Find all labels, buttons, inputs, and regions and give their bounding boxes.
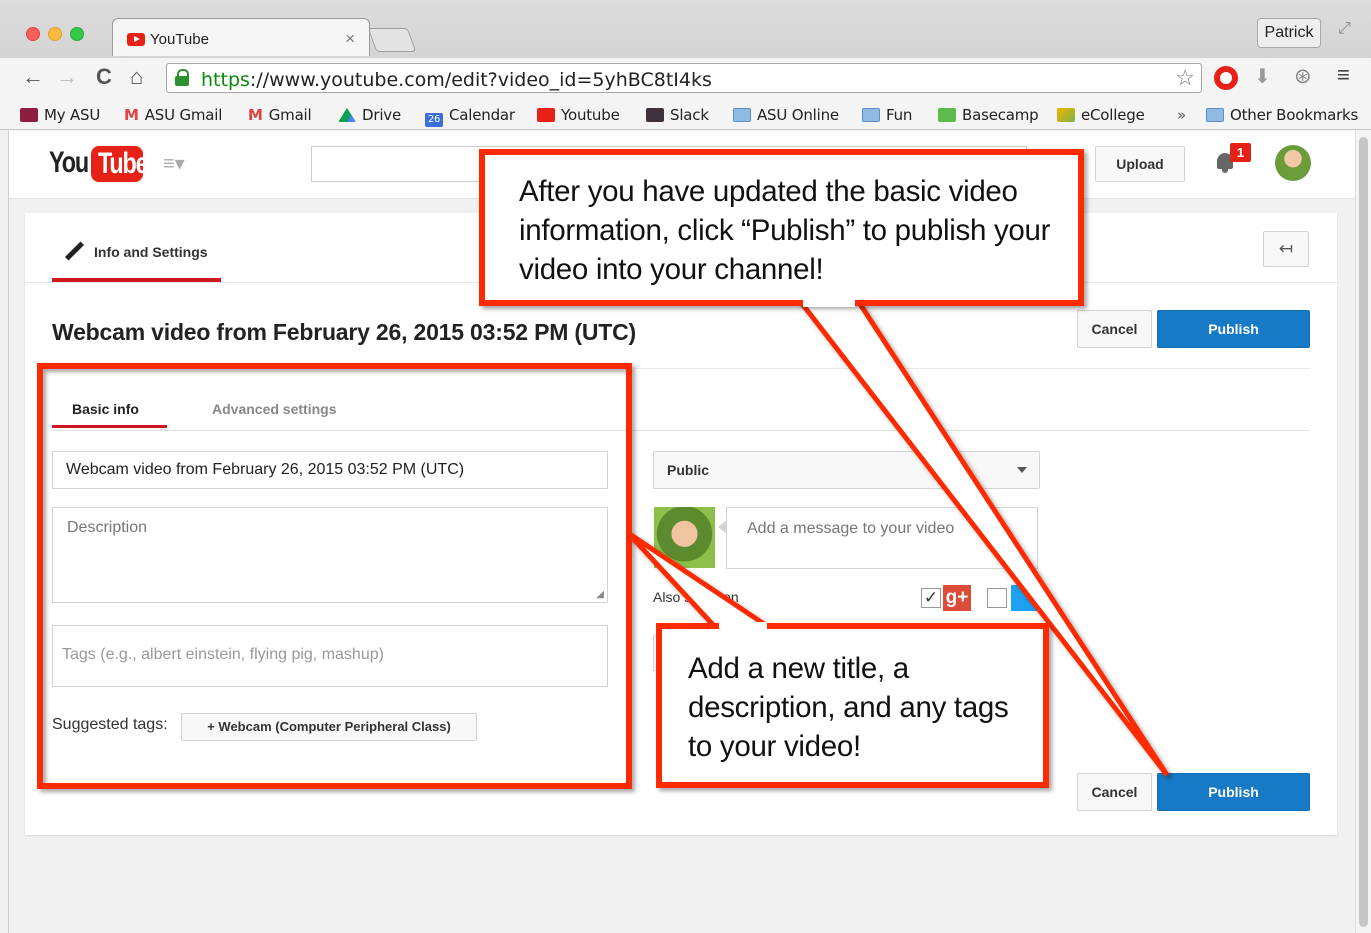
share-gplus-checkbox[interactable]: ✓ <box>921 588 941 608</box>
active-tab-indicator <box>52 278 221 282</box>
address-bar[interactable]: https://www.youtube.com/edit?video_id=5y… <box>166 63 1202 93</box>
divider <box>635 368 1310 369</box>
bookmark-slack[interactable]: Slack <box>646 106 709 124</box>
basecamp-icon <box>938 108 956 122</box>
hamburger-menu-icon[interactable]: ≡ <box>1337 62 1350 88</box>
asu-icon <box>20 108 38 122</box>
gmail-icon: M <box>124 106 139 124</box>
profile-button[interactable]: Patrick <box>1257 18 1321 48</box>
close-window-button[interactable] <box>26 27 40 41</box>
bookmark-my-asu[interactable]: My ASU <box>20 106 100 124</box>
lock-icon <box>175 69 189 86</box>
url-path: ://www.youtube.com/edit?video_id=5yhBC8t… <box>249 69 712 91</box>
tab-info-and-settings[interactable]: Info and Settings <box>94 244 208 260</box>
bookmark-asu-gmail[interactable]: M ASU Gmail <box>124 106 222 124</box>
publish-button-top[interactable]: Publish <box>1157 310 1310 348</box>
callout-publish-text: After you have updated the basic video i… <box>519 175 1051 286</box>
avatar[interactable] <box>1275 145 1311 181</box>
fullscreen-icon[interactable]: ⤢ <box>1338 20 1351 38</box>
video-editor-card: Info and Settings ↤ Webcam video from Fe… <box>25 213 1337 835</box>
guide-menu-icon[interactable]: ≡▾ <box>163 151 185 176</box>
also-share-label: Also share on <box>653 589 739 605</box>
tab-title: YouTube <box>150 31 209 48</box>
bookmark-gmail[interactable]: M Gmail <box>248 106 312 124</box>
browser-tab-youtube[interactable]: YouTube × <box>112 18 370 56</box>
active-subtab-indicator <box>52 425 167 428</box>
privacy-select[interactable]: Public <box>653 451 1040 489</box>
avatar <box>654 507 715 568</box>
cancel-button-top[interactable]: Cancel <box>1077 310 1152 348</box>
publish-button-bottom[interactable]: Publish <box>1157 773 1310 811</box>
share-message-input[interactable]: Add a message to your video <box>718 507 1038 569</box>
tab-close-icon[interactable]: × <box>345 29 355 49</box>
bookmarks-bar: My ASU M ASU Gmail M Gmail Drive 26 Calenda… <box>0 100 1371 130</box>
page-title: Webcam video from February 26, 2015 03:5… <box>52 319 636 345</box>
title-input[interactable]: Webcam video from February 26, 2015 03:5… <box>52 451 608 489</box>
youtube-icon <box>537 108 555 122</box>
youtube-logo[interactable]: You Tube <box>49 146 149 182</box>
ecollege-icon <box>1057 108 1075 122</box>
folder-icon <box>1206 108 1224 122</box>
forward-arrow-icon[interactable]: → <box>56 64 78 90</box>
minimize-window-button[interactable] <box>48 27 62 41</box>
chevron-down-icon <box>1017 467 1027 473</box>
resize-handle-icon[interactable]: ◢ <box>596 589 604 600</box>
share-twitter-checkbox[interactable] <box>987 588 1007 608</box>
cancel-button-bottom[interactable]: Cancel <box>1077 773 1152 811</box>
bookmark-youtube[interactable]: Youtube <box>537 106 620 124</box>
bookmark-asu-online[interactable]: ASU Online <box>733 106 839 124</box>
calendar-icon: 26 <box>425 113 443 127</box>
slack-icon <box>646 108 664 122</box>
bookmark-drive[interactable]: Drive <box>338 106 401 124</box>
back-to-list-button[interactable]: ↤ <box>1263 231 1309 267</box>
description-input[interactable]: Description ◢ <box>52 507 608 603</box>
suggested-tag-button[interactable]: + Webcam (Computer Peripheral Class) <box>181 713 477 741</box>
subtab-advanced-settings[interactable]: Advanced settings <box>212 401 336 417</box>
youtube-favicon-icon <box>127 33 145 46</box>
bookmark-fun[interactable]: Fun <box>862 106 912 124</box>
suggested-tags-label: Suggested tags: <box>52 716 168 733</box>
callout-basic-info-text: Add a new title, a description, and any … <box>688 652 1009 763</box>
new-tab-button[interactable] <box>367 28 417 52</box>
bookmark-ecollege[interactable]: eCollege <box>1057 106 1145 124</box>
gmail-icon: M <box>248 106 263 124</box>
folder-icon <box>733 108 751 122</box>
browser-toolbar: ← → C ⌂ https://www.youtube.com/edit?vid… <box>0 58 1371 100</box>
adblock-stop-icon[interactable] <box>1214 66 1238 90</box>
bookmark-calendar[interactable]: 26 Calendar <box>425 106 515 127</box>
pencil-icon <box>63 241 85 263</box>
browser-chrome: YouTube × Patrick ⤢ ← → C ⌂ https://www.… <box>0 0 1371 130</box>
drive-icon <box>338 108 356 122</box>
download-extension-icon[interactable]: ⬇ <box>1254 64 1271 89</box>
bookmarks-overflow-chevron-icon[interactable]: » <box>1177 106 1186 124</box>
add-to-playlist-button[interactable] <box>653 635 683 671</box>
twitter-icon <box>1011 585 1039 611</box>
film-reel-icon[interactable]: ⊛ <box>1294 64 1312 89</box>
upload-button[interactable]: Upload <box>1095 146 1185 182</box>
back-arrow-icon[interactable]: ← <box>22 64 44 90</box>
subtab-basic-info[interactable]: Basic info <box>72 401 139 417</box>
google-plus-icon: g+ <box>943 585 971 611</box>
bookmark-other-bookmarks[interactable]: Other Bookmarks <box>1206 106 1358 124</box>
home-icon[interactable]: ⌂ <box>130 64 143 90</box>
folder-icon <box>862 108 880 122</box>
notification-count-badge: 1 <box>1230 143 1251 162</box>
bookmark-star-icon[interactable]: ☆ <box>1175 65 1195 91</box>
divider <box>52 430 1310 431</box>
url-scheme: https <box>201 69 250 91</box>
page-scrollbar[interactable] <box>1355 131 1371 933</box>
bookmark-basecamp[interactable]: Basecamp <box>938 106 1039 124</box>
tags-input[interactable]: Tags (e.g., albert einstein, flying pig,… <box>52 625 608 687</box>
zoom-window-button[interactable] <box>70 27 84 41</box>
scroll-thumb[interactable] <box>1359 137 1368 927</box>
reload-icon[interactable]: C <box>96 64 112 90</box>
